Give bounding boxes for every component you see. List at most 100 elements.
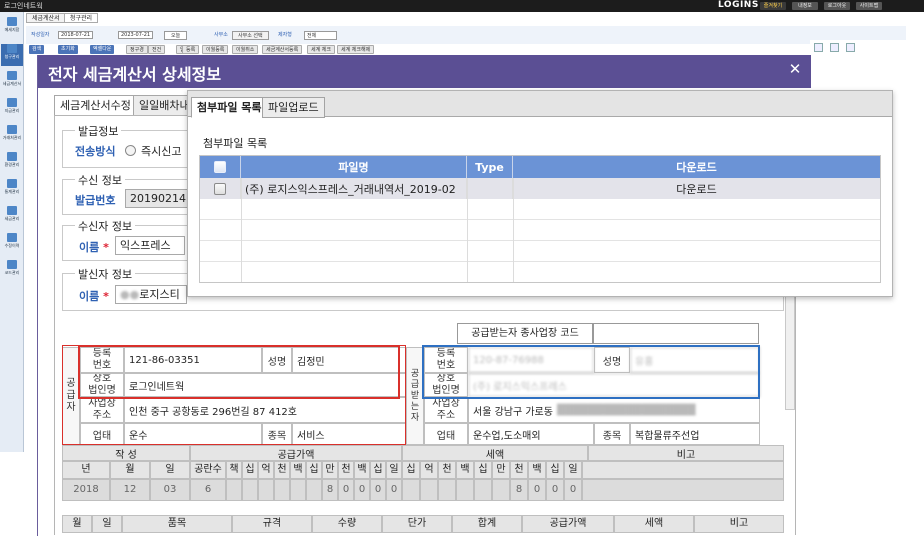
tab-invoice-edit[interactable]: 세금계산서수정 xyxy=(54,95,137,116)
item-header-cell: 공급가액 xyxy=(522,515,614,533)
item-header-cell: 일 xyxy=(92,515,122,533)
item-header-row: 월 일 품목 규격 수량 단가 합계 공급가액 세액 비고 xyxy=(62,515,784,533)
tab-file-upload[interactable]: 파일업로드 xyxy=(262,97,325,118)
popup-tab-bar: 첨부파일 목록 파일업로드 xyxy=(188,91,892,118)
date-header-cell: 일 xyxy=(150,461,190,479)
tax-digit-value: 0 xyxy=(528,479,546,501)
attachment-grid: 파일명 Type 다운로드 (주) 로지스익스프레스_거래내역서_2019-02… xyxy=(199,155,881,283)
remarks-header xyxy=(582,461,784,479)
attachment-row[interactable]: (주) 로지스익스프레스_거래내역서_2019-02 다운로드 xyxy=(200,178,880,199)
sender-name-input[interactable]: ●●로지스티 xyxy=(115,285,187,304)
sidebar-item-2[interactable]: 세금계산서 xyxy=(1,71,23,93)
modal-header: 전자 세금계산서 상세정보 ✕ xyxy=(38,55,811,88)
supply-digit-value xyxy=(290,479,306,501)
type-select[interactable]: 전체 xyxy=(304,31,338,40)
sidebar-item-7[interactable]: 세금관리 xyxy=(1,206,23,228)
col-tax-amount: 세액 xyxy=(402,445,588,461)
tax-digit-value xyxy=(402,479,420,501)
close-icon[interactable]: ✕ xyxy=(788,60,802,78)
sidebar-item-1[interactable]: 청구관리 xyxy=(1,44,23,66)
search-button[interactable]: 검색 xyxy=(29,45,45,54)
date-from-input[interactable]: 2018-07-21 xyxy=(58,31,94,39)
item-header-cell: 월 xyxy=(62,515,92,533)
receiver-name-input[interactable]: 익스프레스 xyxy=(115,236,185,255)
code-icon xyxy=(7,260,17,269)
favorites-button[interactable]: 즐겨찾기 xyxy=(760,2,786,10)
supply-digit-value: 8 xyxy=(322,479,338,501)
issue-number-label: 발급번호 xyxy=(75,194,116,207)
supply-digit-header: 일 xyxy=(386,461,402,479)
office-select-button[interactable]: 사무소 선택 xyxy=(232,31,269,40)
check-button[interactable]: 세계 체크 xyxy=(307,45,335,54)
tab-invoice[interactable]: 세금계산서 xyxy=(26,13,66,23)
row-checkbox[interactable] xyxy=(214,182,226,195)
date-value-cell: 03 xyxy=(150,479,190,501)
reset-button[interactable]: 초기화 xyxy=(58,45,78,54)
settings-icon[interactable] xyxy=(846,43,855,52)
register-button[interactable]: 등록 xyxy=(182,45,200,54)
billing-icon xyxy=(7,44,17,53)
logout-button[interactable]: 로그아웃 xyxy=(824,2,850,10)
buyer-item-label: 종목 xyxy=(594,423,630,445)
send-method-label: 전송방식 xyxy=(75,145,116,158)
supply-digit-header: 십 xyxy=(370,461,386,479)
supply-digit-header: 천 xyxy=(274,461,290,479)
date-label: 작성일자 xyxy=(31,32,50,38)
date-to-input[interactable]: 2023-07-21 xyxy=(118,31,154,39)
item-header-cell: 단가 xyxy=(382,515,452,533)
my-info-button[interactable]: 내정보 xyxy=(792,2,818,10)
tax-digit-value xyxy=(420,479,438,501)
sidebar-item-9[interactable]: 코드관리 xyxy=(1,260,23,282)
download-link[interactable]: 다운로드 xyxy=(513,178,880,199)
supply-digit-value xyxy=(242,479,258,501)
buyer-item-value: 복합물류주선업 xyxy=(630,423,760,445)
invoice-register-button[interactable]: 세금계산서등록 xyxy=(262,45,303,54)
carry-cancel-button[interactable]: 이월취소 xyxy=(232,45,259,54)
sidebar-item-0[interactable]: 메세지함 xyxy=(1,17,23,39)
sidebar-item-6[interactable]: 통계관리 xyxy=(1,179,23,201)
period-select[interactable]: 오늘 xyxy=(164,31,188,40)
row-select-cell xyxy=(200,178,241,199)
empty-row xyxy=(200,241,880,262)
supply-digit-header: 천 xyxy=(338,461,354,479)
receipt-info-legend: 수신 정보 xyxy=(75,172,125,188)
supply-digit-header: 책 xyxy=(226,461,242,479)
grid-line xyxy=(241,178,242,282)
col-download: 다운로드 xyxy=(676,161,717,174)
date-header-cell: 월 xyxy=(110,461,150,479)
sidebar-item-4[interactable]: 거래처관리 xyxy=(1,125,23,147)
tab-attachment-list[interactable]: 첨부파일 목록 xyxy=(191,97,268,118)
uncheck-button[interactable]: 세계 체크해제 xyxy=(337,45,375,54)
buyer-business-value: 운수업,도소매외 xyxy=(468,423,594,445)
tax-digit-header: 천 xyxy=(510,461,528,479)
immediate-report-radio[interactable] xyxy=(125,145,136,156)
type-label: 제자형 xyxy=(278,32,292,38)
supply-digit-value xyxy=(258,479,274,501)
sidebar-item-8[interactable]: 수정이력 xyxy=(1,233,23,255)
issue-info-legend: 발급정보 xyxy=(75,123,122,139)
buyer-branch-code-input[interactable] xyxy=(593,323,759,344)
sidebar-item-5[interactable]: 환경관리 xyxy=(1,152,23,174)
brand-logo: LOGINS xyxy=(718,0,759,10)
tax-digit-header: 십 xyxy=(546,461,564,479)
date-value-cell: 12 xyxy=(110,479,150,501)
tab-billing[interactable]: 청구관리 xyxy=(64,13,99,23)
immediate-report-label: 즉시신고 xyxy=(141,145,182,158)
supply-digit-value: 0 xyxy=(386,479,402,501)
all-select[interactable]: 전건 xyxy=(148,45,166,54)
item-header-cell: 품목 xyxy=(122,515,232,533)
select-all-checkbox[interactable] xyxy=(214,161,226,173)
tax-digit-header: 만 xyxy=(492,461,510,479)
supply-digit-value xyxy=(226,479,242,501)
invoice-icon xyxy=(7,71,17,80)
item-header-cell: 세액 xyxy=(614,515,694,533)
print-icon[interactable] xyxy=(814,43,823,52)
sidebar-item-3[interactable]: 지급관리 xyxy=(1,98,23,120)
col-supply-amount: 공급가액 xyxy=(190,445,402,461)
col-type: Type xyxy=(467,156,513,178)
excel-icon[interactable] xyxy=(830,43,839,52)
excel-button[interactable]: 엑셀다운 xyxy=(90,45,115,54)
window-title: 로그인네트웍 xyxy=(4,2,43,10)
carry-register-button[interactable]: 이월등록 xyxy=(202,45,229,54)
sitemap-button[interactable]: 사이트맵 xyxy=(856,2,882,10)
